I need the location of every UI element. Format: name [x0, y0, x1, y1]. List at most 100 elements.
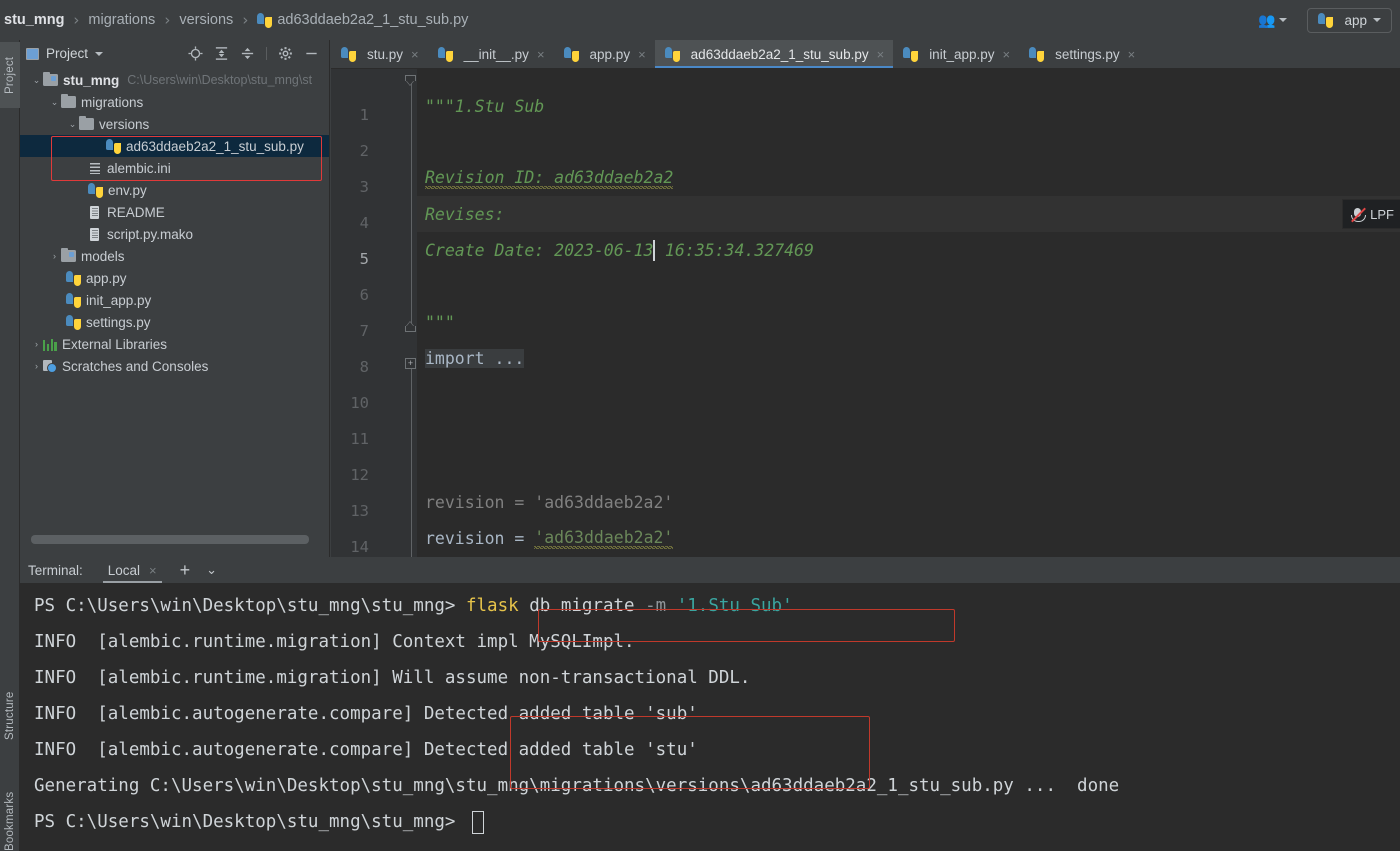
- chevron-down-icon[interactable]: ⌄: [30, 75, 43, 86]
- tool-button-label: Structure: [4, 691, 16, 741]
- project-panel-title: Project: [46, 46, 89, 61]
- expand-all-icon[interactable]: [214, 46, 229, 61]
- scrollbar-thumb[interactable]: [31, 535, 309, 544]
- breadcrumb-item-migrations[interactable]: migrations: [88, 12, 155, 28]
- breadcrumb-label: versions: [179, 12, 234, 28]
- chevron-right-icon[interactable]: ›: [30, 339, 43, 349]
- settings-gear-icon[interactable]: [278, 46, 293, 61]
- close-icon[interactable]: ×: [877, 47, 885, 62]
- breadcrumb-separator: ›: [242, 11, 249, 29]
- terminal-tab-local[interactable]: Local ×: [99, 557, 166, 584]
- chevron-right-icon[interactable]: ›: [30, 361, 43, 371]
- python-file-icon: [903, 46, 919, 62]
- tab-settings-py[interactable]: settings.py ×: [1019, 40, 1144, 68]
- tree-row-init-app-py[interactable]: init_app.py: [20, 289, 329, 311]
- terminal-line: INFO [alembic.runtime.migration] Will as…: [34, 660, 1400, 696]
- close-icon[interactable]: ×: [537, 47, 545, 62]
- tree-row-versions[interactable]: ⌄ versions: [20, 113, 329, 135]
- user-menu-button[interactable]: 👥: [1250, 8, 1295, 33]
- line-number: 11: [350, 430, 369, 448]
- tool-button-project[interactable]: Project: [0, 42, 20, 108]
- tab-app-py[interactable]: app.py ×: [554, 40, 655, 68]
- tree-row-migration-file[interactable]: ad63ddaeb2a2_1_stu_sub.py: [20, 135, 329, 157]
- tree-row-models[interactable]: › models: [20, 245, 329, 267]
- tree-row-settings-py[interactable]: settings.py: [20, 311, 329, 333]
- tree-row-label: script.py.mako: [107, 226, 194, 242]
- python-file-icon: [257, 12, 273, 28]
- tree-row-readme[interactable]: README: [20, 201, 329, 223]
- tree-row-script-mako[interactable]: script.py.mako: [20, 223, 329, 245]
- ide-window: stu_mng › migrations › versions › ad63dd…: [0, 0, 1400, 851]
- fold-end-docstring-icon[interactable]: [404, 320, 417, 333]
- input-method-indicator[interactable]: LPF: [1342, 199, 1400, 229]
- terminal-text: PS C:\Users\win\Desktop\stu_mng\stu_mng>: [34, 812, 466, 832]
- tree-row-stu-mng[interactable]: ⌄ stu_mng C:\Users\win\Desktop\stu_mng\s…: [20, 69, 329, 91]
- close-icon[interactable]: ×: [638, 47, 646, 62]
- terminal-output[interactable]: PS C:\Users\win\Desktop\stu_mng\stu_mng>…: [20, 584, 1400, 851]
- close-icon[interactable]: ×: [149, 563, 157, 578]
- tree-row-label: app.py: [86, 270, 127, 286]
- breadcrumb-separator: ›: [73, 11, 80, 29]
- project-horizontal-scrollbar[interactable]: [20, 532, 330, 548]
- terminal-title: Terminal:: [28, 562, 83, 578]
- tree-row-external-libraries[interactable]: › External Libraries: [20, 333, 329, 355]
- tree-row-app-py[interactable]: app.py: [20, 267, 329, 289]
- fold-collapse-docstring-icon[interactable]: [404, 74, 417, 87]
- code-editor[interactable]: 1 2 3 4 5 6 7 8 10 11 12 13 14 + """1.St…: [331, 69, 1400, 557]
- tab-stu-py[interactable]: stu.py ×: [331, 40, 428, 68]
- code-text: =: [504, 528, 535, 548]
- tree-row-scratches-consoles[interactable]: › Scratches and Consoles: [20, 355, 329, 377]
- tree-row-label: models: [81, 248, 125, 264]
- tab-label: __init__.py: [463, 46, 529, 62]
- tool-button-bookmarks[interactable]: Bookmarks: [0, 780, 20, 851]
- tab-migration-file[interactable]: ad63ddaeb2a2_1_stu_sub.py ×: [654, 40, 894, 68]
- collapse-all-icon[interactable]: [240, 46, 255, 61]
- tab-init-py[interactable]: __init__.py ×: [428, 40, 554, 68]
- chevron-down-icon[interactable]: ⌄: [66, 119, 79, 130]
- editor-gutter[interactable]: 1 2 3 4 5 6 7 8 10 11 12 13 14 +: [331, 69, 417, 557]
- tree-row-alembic-ini[interactable]: alembic.ini: [20, 157, 329, 179]
- code-line-4: Revises:: [425, 196, 504, 232]
- breadcrumb-item-file[interactable]: ad63ddaeb2a2_1_stu_sub.py: [257, 12, 468, 28]
- new-terminal-icon[interactable]: +: [180, 561, 191, 579]
- tree-row-migrations[interactable]: ⌄ migrations: [20, 91, 329, 113]
- code-folding-column[interactable]: +: [404, 69, 418, 557]
- tab-init-app-py[interactable]: init_app.py ×: [893, 40, 1019, 68]
- close-icon[interactable]: ×: [1003, 47, 1011, 62]
- line-number: 5: [359, 250, 369, 268]
- breadcrumb-label: ad63ddaeb2a2_1_stu_sub.py: [277, 12, 469, 28]
- chevron-right-icon[interactable]: ›: [48, 251, 61, 261]
- code-lines[interactable]: """1.Stu Sub Revision ID: ad63ddaeb2a2 R…: [417, 69, 1400, 557]
- tree-row-label: Scratches and Consoles: [62, 358, 209, 374]
- tab-label: ad63ddaeb2a2_1_stu_sub.py: [690, 46, 869, 62]
- hide-panel-icon[interactable]: [304, 46, 319, 61]
- code-text: Revision ID: ad63ddaeb2a2: [425, 167, 674, 189]
- project-panel-title-button[interactable]: Project: [26, 46, 104, 61]
- close-icon[interactable]: ×: [1128, 47, 1136, 62]
- line-number: 12: [350, 466, 369, 484]
- tool-button-structure[interactable]: Structure: [0, 680, 20, 752]
- chevron-down-icon: [1279, 18, 1288, 22]
- chevron-down-icon[interactable]: ⌄: [206, 562, 217, 578]
- terminal-panel: Terminal: Local × + ⌄ PS C:\Users\win\De…: [20, 557, 1400, 851]
- code-line-8[interactable]: import ...: [425, 340, 525, 376]
- terminal-line: INFO [alembic.runtime.migration] Context…: [34, 624, 1400, 660]
- folded-import-region[interactable]: import ...: [425, 348, 525, 368]
- chevron-down-icon[interactable]: ⌄: [48, 97, 61, 108]
- line-number: 7: [359, 322, 369, 340]
- code-text: revision = 'ad63ddaeb2a2': [425, 492, 674, 512]
- breadcrumb-item-project[interactable]: stu_mng: [4, 12, 64, 28]
- close-icon[interactable]: ×: [411, 47, 419, 62]
- text-file-icon: [88, 205, 102, 220]
- tree-row-env-py[interactable]: env.py: [20, 179, 329, 201]
- code-text: Revises:: [425, 204, 505, 224]
- terminal-cursor: [471, 810, 484, 834]
- project-panel: Project ⌄ stu_mng C:\Users\win\Desktop\s…: [20, 40, 330, 557]
- folder-source-icon: [43, 71, 58, 86]
- tree-row-label: init_app.py: [86, 292, 152, 308]
- run-configuration-selector[interactable]: app: [1307, 7, 1392, 33]
- locate-icon[interactable]: [188, 46, 203, 61]
- breadcrumb-item-versions[interactable]: versions: [179, 12, 233, 28]
- line-number: 8: [359, 358, 369, 376]
- code-line-3: Revision ID: ad63ddaeb2a2: [425, 160, 674, 196]
